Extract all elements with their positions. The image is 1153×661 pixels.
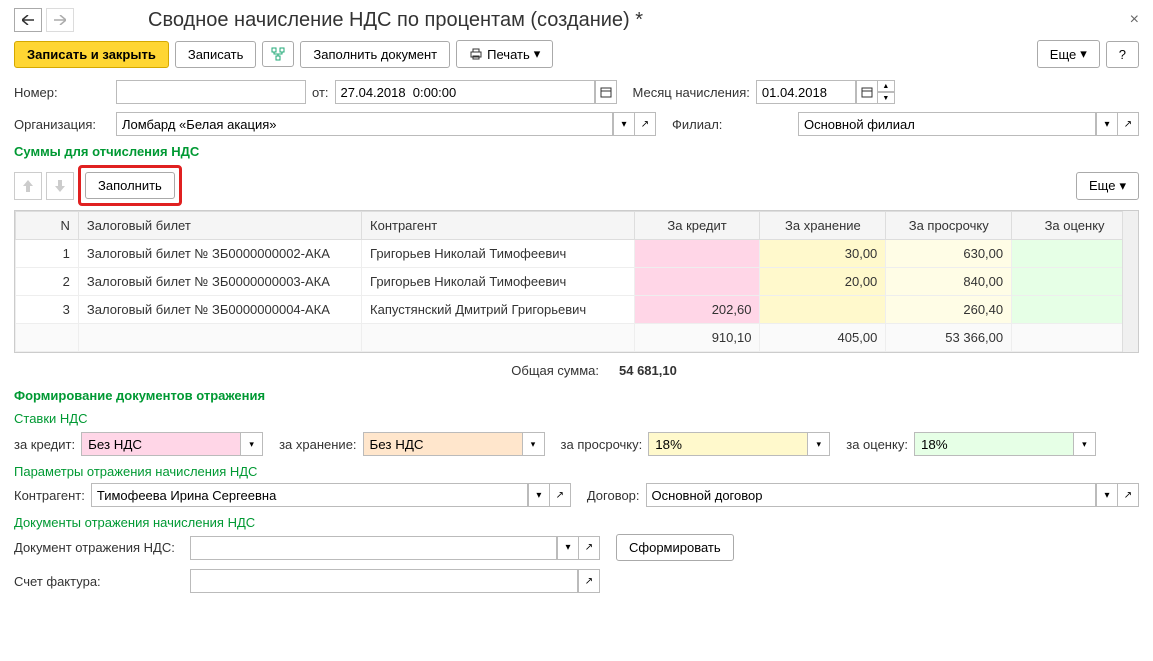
rate-credit-input[interactable] (81, 432, 241, 456)
rates-title: Ставки НДС (14, 411, 1139, 426)
arrow-right-icon (54, 15, 66, 25)
table-more-button[interactable]: Еще ▾ (1076, 172, 1139, 200)
save-close-button[interactable]: Записать и закрыть (14, 41, 169, 68)
calendar-button[interactable] (856, 80, 878, 104)
sums-table: N Залоговый билет Контрагент За кредит З… (15, 211, 1138, 352)
branch-label: Филиал: (672, 117, 792, 132)
spinner-up[interactable]: ▲ (877, 80, 895, 92)
open-button[interactable]: ↗ (578, 536, 600, 560)
number-input[interactable] (116, 80, 306, 104)
section-formation-title: Формирование документов отражения (14, 388, 1139, 403)
structure-button[interactable] (262, 41, 294, 67)
branch-input[interactable] (798, 112, 1096, 136)
from-label: от: (312, 85, 329, 100)
move-down-button[interactable] (46, 172, 74, 200)
org-label: Организация: (14, 117, 110, 132)
col-ticket: Залоговый билет (78, 212, 361, 240)
dropdown-button[interactable]: ▾ (808, 432, 830, 456)
tree-icon (271, 47, 285, 61)
nav-back-button[interactable] (14, 8, 42, 32)
col-overdue: За просрочку (886, 212, 1012, 240)
calendar-button[interactable] (595, 80, 617, 104)
dropdown-button[interactable]: ▾ (1096, 483, 1118, 507)
total-value: 54 681,10 (619, 363, 677, 378)
month-input[interactable] (756, 80, 856, 104)
number-label: Номер: (14, 85, 110, 100)
org-input[interactable] (116, 112, 613, 136)
spinner-down[interactable]: ▼ (877, 92, 895, 104)
docs-title: Документы отражения начисления НДС (14, 515, 1139, 530)
rate-eval-input[interactable] (914, 432, 1074, 456)
dropdown-icon: ▾ (1080, 46, 1087, 62)
scrollbar[interactable] (1122, 211, 1138, 352)
invoice-label: Счет фактура: (14, 574, 184, 589)
print-button[interactable]: Печать ▾ (456, 40, 553, 68)
arrow-up-icon (23, 180, 33, 192)
calendar-icon (600, 86, 612, 98)
date-input[interactable] (335, 80, 595, 104)
contract-label: Договор: (587, 488, 640, 503)
open-button[interactable]: ↗ (549, 483, 571, 507)
total-label: Общая сумма: (224, 363, 619, 378)
table-row[interactable]: 2 Залоговый билет № ЗБ0000000003-АКА Гри… (16, 268, 1138, 296)
open-button[interactable]: ↗ (634, 112, 656, 136)
save-button[interactable]: Записать (175, 41, 257, 68)
page-title: Сводное начисление НДС по процентам (соз… (148, 9, 643, 32)
open-button[interactable]: ↗ (1117, 483, 1139, 507)
month-label: Месяц начисления: (633, 85, 750, 100)
highlight-box: Заполнить (78, 165, 182, 206)
nav-forward-button[interactable] (46, 8, 74, 32)
contragent-label: Контрагент: (14, 488, 85, 503)
arrow-down-icon (55, 180, 65, 192)
table-row[interactable]: 1 Залоговый билет № ЗБ0000000002-АКА Гри… (16, 240, 1138, 268)
move-up-button[interactable] (14, 172, 42, 200)
more-button[interactable]: Еще ▾ (1037, 40, 1100, 68)
print-icon (469, 48, 483, 60)
form-button[interactable]: Сформировать (616, 534, 734, 561)
close-icon[interactable]: × (1130, 11, 1139, 29)
rate-store-input[interactable] (363, 432, 523, 456)
fill-button[interactable]: Заполнить (85, 172, 175, 199)
fill-document-button[interactable]: Заполнить документ (300, 41, 450, 68)
col-contragent: Контрагент (362, 212, 635, 240)
dropdown-button[interactable]: ▾ (241, 432, 263, 456)
dropdown-button[interactable]: ▾ (528, 483, 550, 507)
invoice-input[interactable] (190, 569, 578, 593)
contragent-input[interactable] (91, 483, 528, 507)
help-button[interactable]: ? (1106, 41, 1139, 68)
col-eval: За оценку (1012, 212, 1138, 240)
doc-label: Документ отражения НДС: (14, 540, 184, 555)
rate-overdue-label: за просрочку: (561, 437, 643, 452)
dropdown-button[interactable]: ▾ (557, 536, 579, 560)
rate-credit-label: за кредит: (14, 437, 75, 452)
dropdown-button[interactable]: ▾ (1074, 432, 1096, 456)
rate-eval-label: за оценку: (846, 437, 908, 452)
rate-store-label: за хранение: (279, 437, 356, 452)
calendar-icon (861, 86, 873, 98)
arrow-left-icon (22, 15, 34, 25)
section-sums-title: Суммы для отчисления НДС (14, 144, 1139, 159)
dropdown-button[interactable]: ▾ (613, 112, 635, 136)
open-button[interactable]: ↗ (1117, 112, 1139, 136)
dropdown-button[interactable]: ▾ (523, 432, 545, 456)
dropdown-button[interactable]: ▾ (1096, 112, 1118, 136)
col-store: За хранение (760, 212, 886, 240)
dropdown-icon: ▾ (534, 46, 541, 62)
col-credit: За кредит (634, 212, 760, 240)
table-row[interactable]: 3 Залоговый билет № ЗБ0000000004-АКА Кап… (16, 296, 1138, 324)
doc-input[interactable] (190, 536, 557, 560)
contract-input[interactable] (646, 483, 1096, 507)
col-n: N (16, 212, 79, 240)
print-label: Печать (487, 47, 530, 62)
rate-overdue-input[interactable] (648, 432, 808, 456)
params-title: Параметры отражения начисления НДС (14, 464, 1139, 479)
dropdown-icon: ▾ (1119, 178, 1126, 194)
open-button[interactable]: ↗ (578, 569, 600, 593)
